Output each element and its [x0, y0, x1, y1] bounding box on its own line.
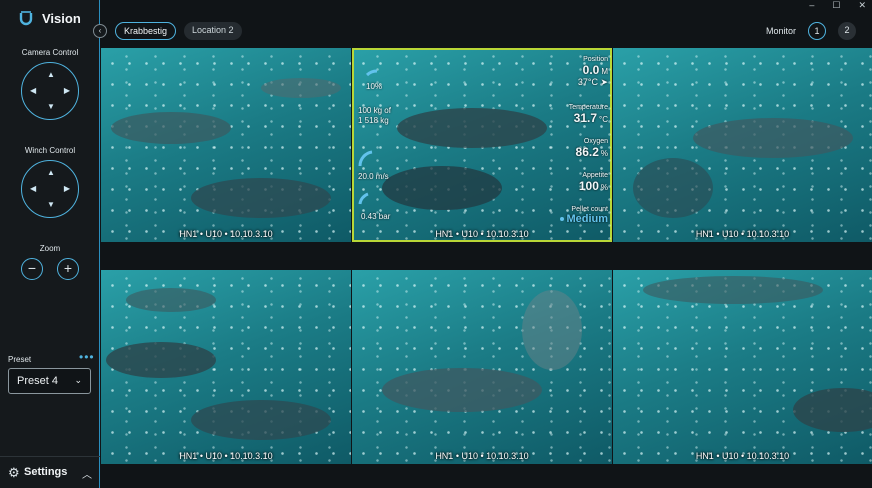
brand: Vision	[18, 10, 81, 26]
fish-shapes	[106, 288, 331, 440]
preset-more-icon[interactable]: •••	[79, 350, 95, 364]
zoom-out-button[interactable]: −	[21, 258, 43, 280]
preset-value: Preset 4	[17, 375, 58, 387]
winch-control-pad[interactable]: ▲ ◀ ▶ ▼	[21, 160, 79, 218]
speed-gauge-icon	[358, 150, 373, 167]
camera-feed-2[interactable]: 10% 100 kg of 1 518 kg 20.0 m/s 0.43 bar…	[352, 48, 612, 242]
minimize-icon[interactable]: –	[809, 0, 814, 12]
winch-control-label: Winch Control	[24, 146, 76, 155]
pan-up-icon[interactable]: ▲	[47, 71, 55, 79]
speed-text: 20.0 m/s	[358, 172, 389, 181]
collapse-sidebar-icon[interactable]: ‹	[93, 24, 107, 38]
chevron-down-icon: ⌄	[74, 375, 82, 385]
winch-up-icon[interactable]: ▲	[47, 169, 55, 177]
navigation-arrow-icon: ➤	[600, 77, 608, 87]
fish-shapes	[382, 290, 582, 412]
preset-label: Preset	[8, 355, 32, 364]
pellet-indicator-icon	[560, 217, 565, 222]
pressure-text: 0.43 bar	[361, 212, 391, 221]
camera-caption: HN1 • U10 • 10.10.3.10	[435, 229, 529, 239]
vision-logo-icon	[19, 11, 33, 26]
monitor-1-button[interactable]: 1	[808, 22, 826, 40]
zoom-label: Zoom	[39, 244, 61, 253]
pan-left-icon[interactable]: ◀	[30, 87, 36, 95]
biomass-total: 1 518 kg	[358, 116, 389, 125]
camera-feed-6[interactable]: HN1 • U10 • 10.10.3.10	[613, 270, 872, 464]
camera-caption: HN1 • U10 • 10.10.3.10	[695, 451, 790, 461]
fish-shapes	[643, 276, 872, 432]
app-name: Vision	[42, 10, 81, 26]
location-tab-krabbestig[interactable]: Krabbestig	[115, 22, 177, 40]
gauge-percent: 10%	[366, 82, 383, 91]
pan-right-icon[interactable]: ▶	[64, 87, 70, 95]
settings-button[interactable]: ⚙ Settings ︿	[0, 456, 100, 488]
camera-caption: HN1 • U10 • 10.10.3.10	[695, 229, 790, 239]
settings-label: Settings	[24, 466, 68, 478]
winch-right-icon[interactable]: ▶	[64, 185, 70, 193]
zoom-in-button[interactable]: +	[57, 258, 79, 280]
maximize-icon[interactable]: ☐	[832, 0, 840, 12]
top-bar: ‹ Krabbestig Location 2 Monitor 1 2	[93, 13, 872, 47]
camera-feed-1[interactable]: HN1 • U10 • 10.10.3.10	[101, 48, 351, 242]
biomass-text: 100 kg of	[358, 106, 391, 115]
chevron-up-icon: ︿	[82, 470, 92, 481]
position-readout: Position 0.0 M 37°C ➤	[577, 56, 608, 87]
pan-down-icon[interactable]: ▼	[47, 103, 55, 111]
sidebar: Vision Camera Control ▲ ◀ ▶ ▼ Winch Cont…	[0, 0, 100, 488]
pellet-readout: Pellet count Medium	[560, 206, 608, 225]
camera-feed-4[interactable]: HN1 • U10 • 10.10.3.10	[101, 270, 351, 464]
camera-caption: HN1 • U10 • 10.10.3.10	[179, 229, 273, 239]
gear-icon: ⚙	[8, 465, 20, 480]
appetite-readout: Appetite 100%	[578, 172, 608, 193]
winch-left-icon[interactable]: ◀	[30, 185, 36, 193]
monitor-label: Monitor	[765, 26, 796, 36]
camera-feed-5[interactable]: HN1 • U10 • 10.10.3.10	[352, 270, 612, 464]
oxygen-readout: Oxygen 86.2%	[575, 138, 608, 159]
fish-shapes	[633, 118, 853, 218]
pressure-gauge-icon	[358, 192, 369, 205]
camera-caption: HN1 • U10 • 10.10.3.10	[435, 451, 529, 461]
preset-select[interactable]: Preset 4 ⌄	[8, 368, 91, 394]
location-tab-2[interactable]: Location 2	[184, 22, 242, 40]
fish-shapes	[111, 78, 341, 218]
winch-down-icon[interactable]: ▼	[47, 201, 55, 209]
monitor-2-button[interactable]: 2	[838, 22, 856, 40]
temperature-readout: Temperature 31.7 °C	[568, 104, 608, 125]
window-controls: – ☐ ✕	[809, 0, 866, 12]
close-icon[interactable]: ✕	[858, 0, 866, 12]
camera-control-pad[interactable]: ▲ ◀ ▶ ▼	[21, 62, 79, 120]
camera-feed-3[interactable]: HN1 • U10 • 10.10.3.10	[613, 48, 872, 242]
camera-caption: HN1 • U10 • 10.10.3.10	[179, 451, 273, 461]
camera-control-label: Camera Control	[21, 48, 79, 57]
